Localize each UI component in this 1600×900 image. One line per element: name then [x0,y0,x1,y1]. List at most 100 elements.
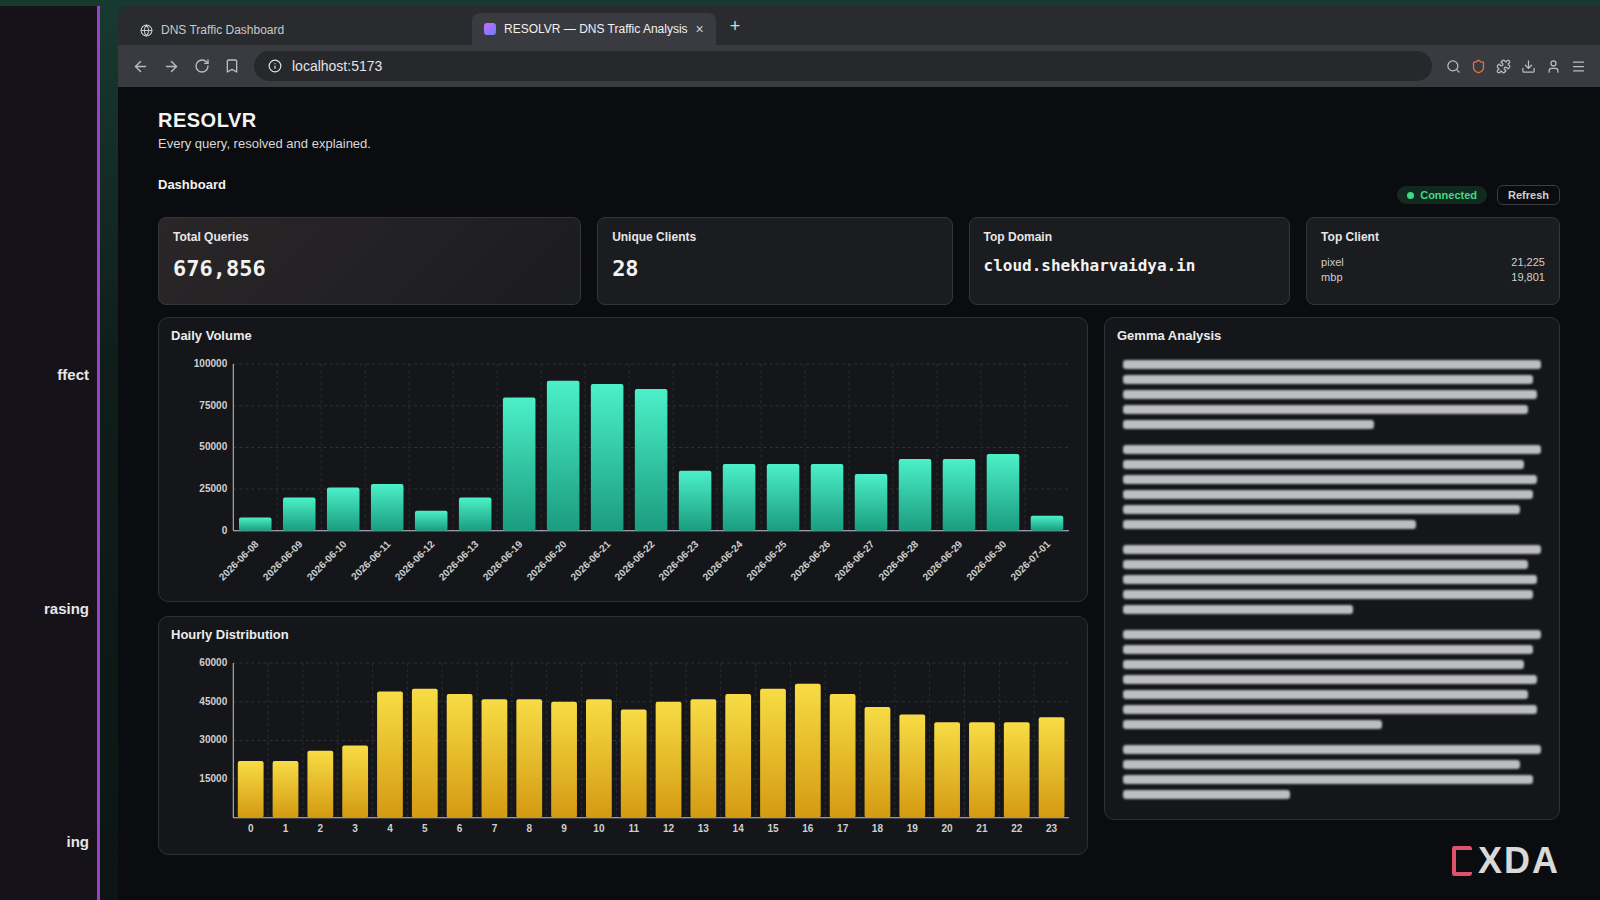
bar[interactable] [723,464,756,531]
watermark-bracket-icon [1452,846,1472,876]
search-icon[interactable] [1446,59,1461,74]
bar[interactable] [760,689,786,818]
blurred-text-line [1123,660,1524,669]
svg-text:75000: 75000 [199,400,227,411]
bar[interactable] [415,511,448,531]
globe-icon [140,24,153,37]
bar[interactable] [273,761,299,818]
bar[interactable] [283,497,316,530]
x-label: 5 [422,823,428,834]
profile-icon[interactable] [1546,59,1561,74]
nav-item[interactable]: Dashboard [158,177,226,192]
reload-icon[interactable] [194,58,210,74]
bookmark-icon[interactable] [224,58,240,74]
analysis-paragraph [1123,545,1541,614]
bar[interactable] [1004,722,1030,817]
bar[interactable] [1031,516,1064,531]
bar[interactable] [830,694,856,818]
address-bar[interactable]: localhost:5173 [254,51,1432,81]
x-label: 14 [733,823,745,834]
analysis-panel: Gemma Analysis [1104,317,1560,820]
bar[interactable] [690,699,716,818]
browser-tab[interactable]: DNS Traffic Dashboard [128,15,358,45]
bar[interactable] [591,384,624,531]
tab-close-button[interactable]: × [696,21,704,37]
bar[interactable] [503,397,536,530]
analysis-paragraph [1123,445,1541,529]
bar[interactable] [377,691,403,817]
watermark: XDA [1452,840,1560,882]
blurred-text-line [1123,505,1520,514]
bar[interactable] [307,751,333,818]
x-label: 2026-06-22 [612,538,656,582]
bar[interactable] [635,389,668,531]
stat-card: Unique Clients 28 [597,217,952,305]
x-label: 7 [492,823,498,834]
bar[interactable] [795,684,821,818]
shield-icon[interactable] [1471,59,1486,74]
bar[interactable] [969,722,995,817]
tagline: Every query, resolved and explained. [158,136,1560,151]
page: RESOLVREvery query, resolved and explain… [118,87,1600,900]
y-tick: 60000 [199,657,1069,668]
x-label: 23 [1046,823,1058,834]
bar[interactable] [342,746,368,818]
bar[interactable] [586,699,612,818]
bar[interactable] [238,761,264,818]
bar[interactable] [551,702,577,818]
card-value: 28 [612,256,937,281]
new-tab-button[interactable]: + [720,12,751,45]
extensions [1446,59,1586,74]
bar-chart: 1500030000450006000001234567891011121314… [171,651,1075,842]
toolbar: localhost:5173 [118,45,1600,87]
x-label: 18 [872,823,884,834]
browser-tab[interactable]: RESOLVR — DNS Traffic Analysis× [472,13,716,45]
stat-cards: Total Queries676,856Unique Clients28Top … [158,217,1560,305]
status-group: ConnectedRefresh [1397,185,1560,205]
card-row: mbp19,801 [1321,271,1545,283]
bar[interactable] [865,707,891,818]
x-label: 2026-06-27 [832,538,876,582]
x-label: 2026-06-20 [525,538,569,582]
back-icon[interactable] [132,58,149,75]
bar[interactable] [899,715,925,818]
side-window-text: rasing [44,600,89,617]
bar[interactable] [1039,717,1065,818]
bar[interactable] [371,484,404,531]
bar[interactable] [239,517,272,530]
bar[interactable] [934,722,960,817]
bar[interactable] [482,699,508,818]
bar[interactable] [327,487,360,530]
x-label: 2026-07-01 [1008,538,1052,582]
bar[interactable] [547,381,580,531]
extensions-icon[interactable] [1496,59,1511,74]
bar[interactable] [899,459,932,531]
card-label: Unique Clients [612,230,937,244]
forward-icon[interactable] [163,58,180,75]
stat-card: Total Queries676,856 [158,217,581,305]
site-info-icon[interactable] [268,59,282,73]
bar[interactable] [811,464,844,531]
bar[interactable] [679,471,712,531]
bar[interactable] [412,689,438,818]
bar[interactable] [767,464,800,531]
chart-column: Daily Volume02500050000750001000002026-0… [158,317,1088,855]
card-value: 676,856 [173,256,566,281]
side-window-text: ing [67,833,90,850]
bar[interactable] [459,497,492,530]
download-icon[interactable] [1521,59,1536,74]
bar[interactable] [516,699,542,818]
bar[interactable] [943,459,976,531]
bar[interactable] [656,702,682,818]
blurred-text-line [1123,760,1520,769]
svg-text:45000: 45000 [199,696,227,707]
bar[interactable] [725,694,751,818]
bar[interactable] [621,710,647,818]
bar[interactable] [855,474,888,531]
menu-icon[interactable] [1571,59,1586,74]
svg-text:30000: 30000 [199,734,227,745]
x-label: 2026-06-23 [656,538,700,582]
refresh-button[interactable]: Refresh [1497,185,1560,205]
bar[interactable] [987,454,1020,531]
bar[interactable] [447,694,473,818]
